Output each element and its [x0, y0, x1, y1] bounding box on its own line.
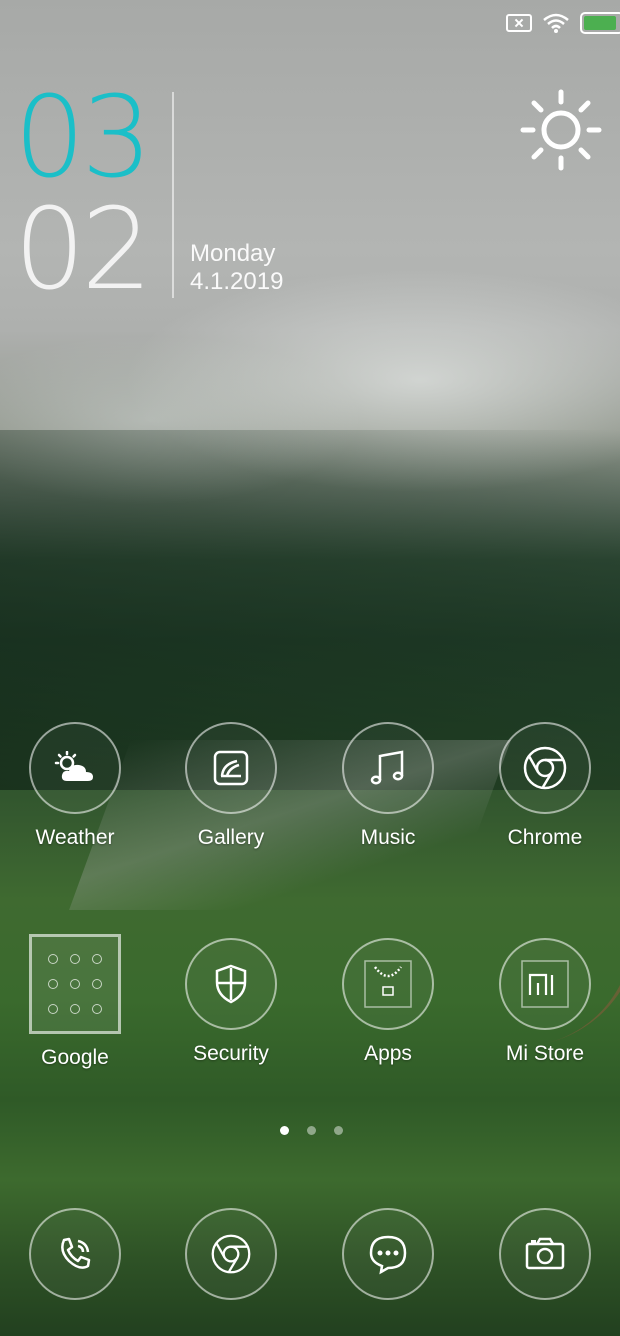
mi-store-icon [499, 938, 591, 1030]
battery-charging-icon [580, 12, 620, 34]
app-label: Music [360, 826, 416, 849]
app-label: Weather [35, 826, 115, 849]
app-label: Google [41, 1046, 109, 1069]
gallery-icon [185, 722, 277, 814]
clock-hour: 03 [14, 73, 153, 203]
page-dot[interactable] [307, 1126, 316, 1135]
page-indicator[interactable] [280, 1126, 343, 1135]
app-label: Security [193, 1042, 269, 1065]
page-dot-active[interactable] [280, 1126, 289, 1135]
clock-widget[interactable]: 03 02 [14, 73, 153, 315]
app-label: Apps [364, 1042, 412, 1065]
phone-icon [29, 1208, 121, 1300]
apps-store-icon [342, 938, 434, 1030]
sun-icon[interactable] [519, 88, 603, 172]
wifi-icon [543, 13, 569, 33]
dock-camera[interactable] [470, 1208, 620, 1300]
day-label: Monday [190, 240, 276, 267]
clock-divider [172, 92, 174, 298]
dock-phone[interactable] [0, 1208, 150, 1300]
clock-minute: 02 [14, 185, 153, 315]
app-music[interactable]: Music [313, 722, 463, 850]
page-dot[interactable] [334, 1126, 343, 1135]
folder-google[interactable]: Google [0, 934, 150, 1070]
date-label: 4.1.2019 [190, 268, 284, 295]
app-weather[interactable]: Weather [0, 722, 150, 850]
status-bar [0, 8, 620, 38]
weather-icon [29, 722, 121, 814]
app-apps[interactable]: Apps [313, 938, 463, 1066]
shield-icon [185, 938, 277, 1030]
dock-chrome[interactable] [156, 1208, 306, 1300]
app-security[interactable]: Security [156, 938, 306, 1066]
folder-icon [29, 934, 121, 1034]
music-icon [342, 722, 434, 814]
messages-icon [342, 1208, 434, 1300]
chrome-icon [499, 722, 591, 814]
chrome-icon [185, 1208, 277, 1300]
date-block[interactable]: Monday 4.1.2019 [190, 240, 283, 296]
app-chrome[interactable]: Chrome [470, 722, 620, 850]
dock-messages[interactable] [313, 1208, 463, 1300]
app-gallery[interactable]: Gallery [156, 722, 306, 850]
camera-icon [499, 1208, 591, 1300]
app-label: Chrome [507, 826, 583, 849]
app-mi-store[interactable]: Mi Store [470, 938, 620, 1066]
sim-card-none-icon [506, 14, 532, 32]
app-label: Gallery [197, 826, 265, 849]
app-label: Mi Store [505, 1042, 585, 1065]
